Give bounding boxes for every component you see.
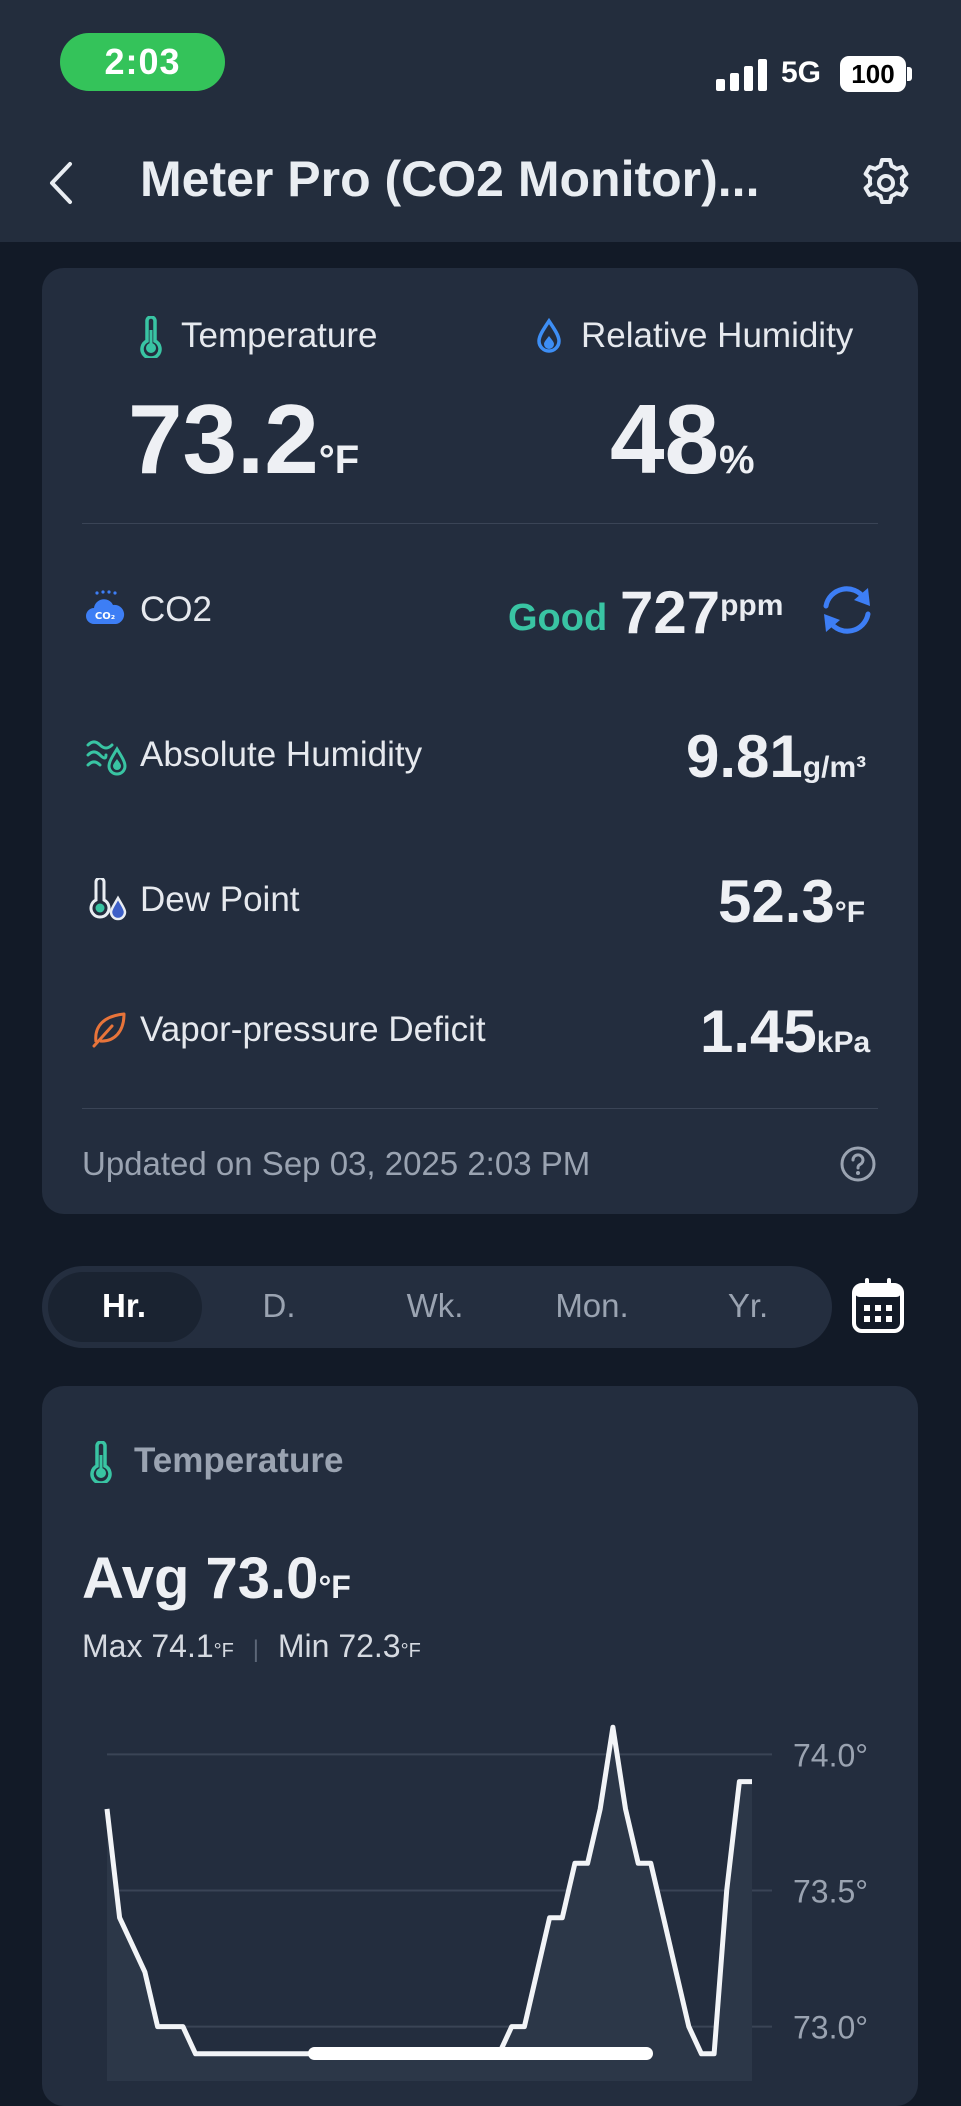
tab-hour[interactable]: Hr. (59, 1287, 189, 1325)
average-temperature: Avg 73.0°F (82, 1545, 351, 1612)
max-value: 74.1 (151, 1628, 214, 1664)
vpd-reading: 1.45kPa (700, 1002, 870, 1062)
temperature-unit: °F (318, 438, 360, 482)
humidity-label: Relative Humidity (581, 316, 854, 355)
dew-point-value: 52.3 (718, 868, 835, 935)
y-tick-label: 74.0° (793, 1737, 868, 1773)
back-arrow-icon[interactable] (44, 160, 78, 206)
dew-point-reading: 52.3°F (718, 872, 865, 932)
temperature-reading: 73.2°F (128, 390, 359, 488)
network-type: 5G (781, 56, 822, 89)
y-tick-label: 73.0° (793, 2010, 868, 2046)
separator: | (252, 1636, 259, 1663)
avg-unit: °F (318, 1569, 351, 1605)
thermometer-icon (140, 316, 162, 358)
co2-reading: 727ppm (620, 583, 783, 643)
tab-week[interactable]: Wk. (370, 1287, 500, 1325)
absolute-humidity-icon (86, 740, 127, 776)
avg-label: Avg (82, 1546, 190, 1611)
co2-value: 727 (620, 579, 721, 646)
vpd-label: Vapor-pressure Deficit (140, 1010, 486, 1049)
signal-icon (716, 59, 767, 91)
vpd-unit: kPa (816, 1026, 871, 1059)
dew-point-label: Dew Point (140, 880, 300, 919)
humidity-value: 48 (610, 384, 720, 494)
max-min-summary: Max 74.1°F | Min 72.3°F (82, 1628, 421, 1665)
absolute-humidity-reading: 9.81g/m³ (686, 727, 866, 787)
y-tick-label: 73.5° (793, 1874, 868, 1910)
dew-point-icon (89, 878, 127, 921)
battery-icon (907, 67, 912, 81)
leaf-icon (92, 1012, 126, 1048)
water-drop-icon (537, 318, 561, 353)
absolute-humidity-label: Absolute Humidity (140, 735, 423, 774)
tab-year[interactable]: Yr. (683, 1287, 813, 1325)
divider (82, 1108, 878, 1109)
absolute-humidity-unit: g/m³ (802, 751, 867, 784)
temperature-label: Temperature (181, 316, 378, 355)
avg-value: 73.0 (205, 1546, 319, 1611)
co2-cloud-icon: CO₂ (86, 590, 125, 624)
series-area (107, 1727, 752, 2081)
dew-point-unit: °F (834, 896, 866, 929)
max-label: Max (82, 1628, 143, 1664)
vpd-value: 1.45 (700, 998, 817, 1065)
co2-status-badge: Good (508, 597, 608, 639)
svg-text:CO₂: CO₂ (95, 611, 115, 622)
co2-unit: ppm (720, 589, 784, 622)
min-label: Min (277, 1628, 330, 1664)
chart-title: Temperature (134, 1441, 344, 1480)
gear-icon[interactable] (860, 157, 912, 209)
humidity-unit: % (719, 438, 755, 482)
thermometer-icon (90, 1441, 112, 1483)
co2-label: CO2 (140, 590, 212, 629)
min-value: 72.3 (338, 1628, 401, 1664)
sync-icon[interactable] (818, 584, 876, 636)
temperature-line-chart: 74.0° 73.5° 73.0° (104, 1724, 868, 2081)
battery-level: 100 (840, 56, 906, 92)
page-title: Meter Pro (CO2 Monitor)... (140, 151, 760, 207)
absolute-humidity-value: 9.81 (686, 723, 803, 790)
tab-month[interactable]: Mon. (527, 1287, 657, 1325)
tab-day[interactable]: D. (214, 1287, 344, 1325)
max-unit: °F (213, 1640, 234, 1662)
divider (82, 523, 878, 524)
help-icon[interactable] (839, 1145, 877, 1183)
status-time: 2:03 (60, 33, 225, 91)
humidity-reading: 48% (610, 390, 755, 488)
temperature-value: 73.2 (128, 384, 319, 494)
home-indicator (308, 2047, 653, 2060)
calendar-icon[interactable] (850, 1275, 906, 1335)
min-unit: °F (400, 1640, 421, 1662)
updated-timestamp: Updated on Sep 03, 2025 2:03 PM (82, 1145, 591, 1182)
